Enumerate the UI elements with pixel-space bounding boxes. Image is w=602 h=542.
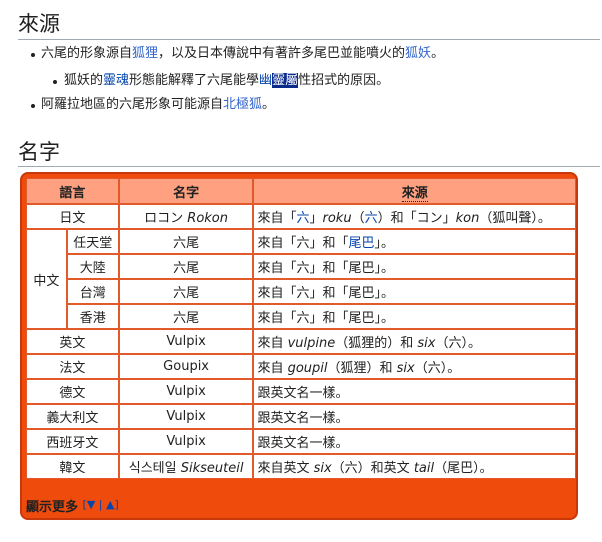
- cell-name: 六尾: [118, 229, 254, 254]
- cell-name: Vulpix: [118, 329, 254, 354]
- link-tail[interactable]: 尾巴: [348, 236, 374, 251]
- header-language: 語言: [26, 178, 119, 204]
- table-row: 德文 Vulpix 跟英文名一樣。: [26, 379, 576, 404]
- link-spirit[interactable]: 靈魂: [103, 73, 129, 88]
- cell-name: Vulpix: [118, 404, 254, 429]
- collapse-up-button[interactable]: ▲: [106, 498, 114, 511]
- list-text: 六尾的形象源自: [41, 46, 133, 61]
- cell-origin: 來自「六」和「尾巴」。: [253, 254, 576, 279]
- header-origin: 來源: [253, 178, 576, 204]
- list-text: 狐妖的: [64, 73, 104, 88]
- list-text: 阿羅拉地區的六尾形象可能源自: [41, 97, 224, 112]
- cell-language: 德文: [26, 379, 119, 404]
- cell-language: 英文: [26, 329, 119, 354]
- cell-region: 大陸: [66, 254, 119, 279]
- cell-origin: 來自「六」和「尾巴」。: [253, 304, 576, 329]
- names-table: 語言 名字 來源 日文 ロコン Rokon 來自「六」roku（六）和「コン」k…: [26, 178, 576, 479]
- table-row: 香港 六尾 來自「六」和「尾巴」。: [26, 304, 576, 329]
- cell-origin: 跟英文名一樣。: [253, 404, 576, 429]
- cell-region: 任天堂: [66, 229, 119, 254]
- selected-text: 靈屬: [272, 73, 299, 88]
- table-row: 日文 ロコン Rokon 來自「六」roku（六）和「コン」kon（狐叫聲）。: [26, 204, 576, 229]
- show-more-label: 顯示更多: [26, 500, 79, 515]
- list-text: ，以及日本傳說中有著許多尾巴並能噴火的: [158, 46, 406, 61]
- bullet-dot: [53, 80, 57, 84]
- cell-language: 義大利文: [26, 404, 119, 429]
- cell-language: 中文: [26, 229, 67, 329]
- cell-name: Goupix: [118, 354, 254, 379]
- list-text: 。: [431, 46, 445, 61]
- header-origin-label: 來源: [401, 185, 428, 202]
- heading-rule: [18, 166, 600, 167]
- cell-origin: 來自「六」roku（六）和「コン」kon（狐叫聲）。: [253, 204, 576, 229]
- table-row: 大陸 六尾 來自「六」和「尾巴」。: [26, 254, 576, 279]
- header-name: 名字: [118, 178, 254, 204]
- table-row: 法文 Goupix 來自 goupil（狐狸）和 six（六）。: [26, 354, 576, 379]
- table-row: 台灣 六尾 來自「六」和「尾巴」。: [26, 279, 576, 304]
- section-heading-origin: 來源: [18, 12, 60, 36]
- bullet-dot: [31, 53, 35, 57]
- section-heading-names: 名字: [18, 140, 60, 164]
- link-arctic-fox[interactable]: 北極狐: [223, 97, 262, 112]
- cell-origin: 來自 vulpine（狐狸的）和 six（六）。: [253, 329, 576, 354]
- list-text: 性招式的原因。: [298, 73, 390, 88]
- cell-language: 韓文: [26, 454, 119, 479]
- table-row: 韓文 식스테일 Sikseuteil 來自英文 six（六）和英文 tail（尾…: [26, 454, 576, 479]
- table-header-row: 語言 名字 來源: [26, 178, 576, 204]
- cell-origin: 跟英文名一樣。: [253, 429, 576, 454]
- table-row: 中文 任天堂 六尾 來自「六」和「尾巴」。: [26, 229, 576, 329]
- list-item: 六尾的形象源自狐狸，以及日本傳說中有著許多尾巴並能噴火的狐妖。: [41, 45, 444, 63]
- list-item-nested: 狐妖的靈魂形態能解釋了六尾能學幽靈屬性招式的原因。: [64, 72, 389, 90]
- list-text: 形態能解釋了六尾能學: [129, 73, 260, 88]
- cell-region: 香港: [66, 304, 119, 329]
- cell-name: 식스테일 Sikseuteil: [118, 454, 254, 479]
- cell-origin: 來自「六」和「尾巴」。: [253, 229, 576, 254]
- bullet-dot: [31, 104, 35, 108]
- cell-name: Vulpix: [118, 379, 254, 404]
- table-footer: 顯示更多 [▼ | ▲]: [26, 498, 119, 515]
- expand-down-button[interactable]: ▼: [87, 498, 95, 511]
- cell-name: 六尾: [118, 279, 254, 304]
- list-item: 阿羅拉地區的六尾形象可能源自北極狐。: [41, 96, 275, 114]
- link-kitsune[interactable]: 狐妖: [405, 46, 431, 61]
- cell-origin: 來自 goupil（狐狸）和 six（六）。: [253, 354, 576, 379]
- link-fox[interactable]: 狐狸: [132, 46, 158, 61]
- cell-language: 法文: [26, 354, 119, 379]
- cell-name: Vulpix: [118, 429, 254, 454]
- cell-name: 六尾: [118, 304, 254, 329]
- cell-language: 日文: [26, 204, 119, 229]
- cell-origin: 來自英文 six（六）和英文 tail（尾巴）。: [253, 454, 576, 479]
- cell-origin: 跟英文名一樣。: [253, 379, 576, 404]
- cell-name: 六尾: [118, 254, 254, 279]
- names-table-container: 語言 名字 來源 日文 ロコン Rokon 來自「六」roku（六）和「コン」k…: [20, 172, 578, 520]
- link-ghost-type[interactable]: 幽靈屬: [259, 73, 299, 88]
- table-row: 義大利文 Vulpix 跟英文名一樣。: [26, 404, 576, 429]
- table-row: 英文 Vulpix 來自 vulpine（狐狸的）和 six（六）。: [26, 329, 576, 354]
- list-text: 。: [262, 97, 276, 112]
- table-row: 西班牙文 Vulpix 跟英文名一樣。: [26, 429, 576, 454]
- cell-language: 西班牙文: [26, 429, 119, 454]
- cell-origin: 來自「六」和「尾巴」。: [253, 279, 576, 304]
- heading-rule: [18, 39, 600, 40]
- cell-name: ロコン Rokon: [118, 204, 254, 229]
- cell-region: 台灣: [66, 279, 119, 304]
